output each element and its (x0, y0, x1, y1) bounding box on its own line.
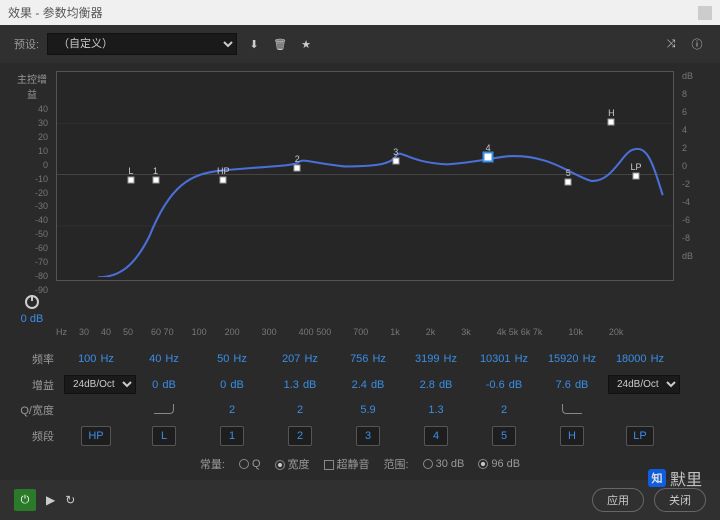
eq-handle-4[interactable] (484, 153, 493, 162)
q-5[interactable]: 2 (472, 404, 536, 416)
radio-width[interactable]: 宽度 (275, 456, 310, 472)
row-label-gain: 增益 (14, 377, 60, 393)
row-label-q: Q/宽度 (14, 402, 60, 418)
shelf-L[interactable] (132, 404, 196, 417)
q-2[interactable]: 2 (268, 404, 332, 416)
band-toggle-4[interactable]: 4 (404, 426, 468, 446)
band-toggle-HP[interactable]: HP (64, 426, 128, 446)
master-gain-knob[interactable] (25, 295, 39, 309)
row-label-band: 频段 (14, 428, 60, 444)
right-scale: dB86420-2-4-6-8dB (680, 71, 706, 261)
freq-H[interactable]: 15920 Hz (540, 353, 604, 365)
slope-HP[interactable]: 24dB/Oct (64, 375, 128, 394)
gain-1[interactable]: 0 dB (200, 379, 264, 391)
gain-4[interactable]: 2.8 dB (404, 379, 468, 391)
eq-handle-L[interactable] (127, 177, 134, 184)
window-titlebar: 效果 - 参数均衡器 (0, 0, 720, 25)
band-toggle-3[interactable]: 3 (336, 426, 400, 446)
power-button[interactable]: ⏻ (14, 489, 36, 511)
checkbox-quiet[interactable]: 超静音 (324, 456, 370, 472)
gain-2[interactable]: 1.3 dB (268, 379, 332, 391)
eq-handle-1[interactable] (152, 177, 159, 184)
band-toggle-LP[interactable]: LP (608, 426, 672, 446)
band-toggle-H[interactable]: H (540, 426, 604, 446)
freq-4[interactable]: 3199 Hz (404, 353, 468, 365)
master-scale: 403020100-10-20-30-40-50-60-70-80-90 (14, 105, 50, 295)
shelf-icon (154, 404, 174, 414)
apply-button[interactable]: 应用 (592, 488, 644, 512)
eq-handle-HP[interactable] (220, 177, 227, 184)
master-gain-value[interactable]: 0 dB (14, 313, 50, 325)
gain-H[interactable]: 7.6 dB (540, 379, 604, 391)
trash-icon[interactable]: 🗑 (271, 35, 289, 53)
preset-toolbar: 预设: （自定义） ⬇ 🗑 ★ ⤨ ⓘ (0, 25, 720, 63)
window-title: 效果 - 参数均衡器 (8, 4, 103, 21)
shelf-H[interactable] (540, 404, 604, 417)
gain-L[interactable]: 0 dB (132, 379, 196, 391)
q-3[interactable]: 5.9 (336, 404, 400, 416)
loop-button[interactable]: ↻ (65, 493, 75, 507)
preset-select[interactable]: （自定义） (47, 33, 237, 55)
gain-5[interactable]: -0.6 dB (472, 379, 536, 391)
star-icon[interactable]: ★ (297, 35, 315, 53)
freq-HP[interactable]: 100 Hz (64, 353, 128, 365)
preset-label: 预设: (14, 36, 39, 52)
freq-3[interactable]: 756 Hz (336, 353, 400, 365)
freq-1[interactable]: 50 Hz (200, 353, 264, 365)
constants-row: 常量: Q 宽度 超静音 范围: 30 dB 96 dB (14, 456, 706, 472)
eq-handle-H[interactable] (608, 118, 615, 125)
freq-LP[interactable]: 18000 Hz (608, 353, 672, 365)
eq-graph[interactable]: L1HP2345HLP (56, 71, 674, 281)
freq-2[interactable]: 207 Hz (268, 353, 332, 365)
routing-icon[interactable]: ⤨ (662, 35, 680, 53)
slope-LP[interactable]: 24dB/Oct (608, 375, 672, 394)
band-toggle-L[interactable]: L (132, 426, 196, 446)
eq-handle-5[interactable] (565, 179, 572, 186)
close-button[interactable]: 关闭 (654, 488, 706, 512)
shelf-icon (562, 404, 582, 414)
radio-30db[interactable]: 30 dB (423, 458, 465, 470)
play-button[interactable]: ▶ (46, 493, 55, 507)
eq-handle-2[interactable] (294, 164, 301, 171)
band-toggle-1[interactable]: 1 (200, 426, 264, 446)
footer-bar: ⏻ ▶ ↻ 应用 关闭 (0, 480, 720, 520)
freq-L[interactable]: 40 Hz (132, 353, 196, 365)
q-1[interactable]: 2 (200, 404, 264, 416)
q-4[interactable]: 1.3 (404, 404, 468, 416)
close-icon[interactable] (698, 6, 712, 20)
master-gain-label: 主控增益 (14, 71, 50, 101)
radio-q[interactable]: Q (239, 458, 261, 470)
radio-96db[interactable]: 96 dB (478, 458, 520, 470)
info-icon[interactable]: ⓘ (688, 35, 706, 53)
freq-5[interactable]: 10301 Hz (472, 353, 536, 365)
download-icon[interactable]: ⬇ (245, 35, 263, 53)
freq-axis: Hz30405060 70100200300400 5007001k2k3k4k… (14, 327, 706, 337)
eq-handle-LP[interactable] (633, 173, 640, 180)
gain-3[interactable]: 2.4 dB (336, 379, 400, 391)
eq-handle-3[interactable] (392, 158, 399, 165)
band-toggle-5[interactable]: 5 (472, 426, 536, 446)
band-toggle-2[interactable]: 2 (268, 426, 332, 446)
row-label-freq: 频率 (14, 351, 60, 367)
